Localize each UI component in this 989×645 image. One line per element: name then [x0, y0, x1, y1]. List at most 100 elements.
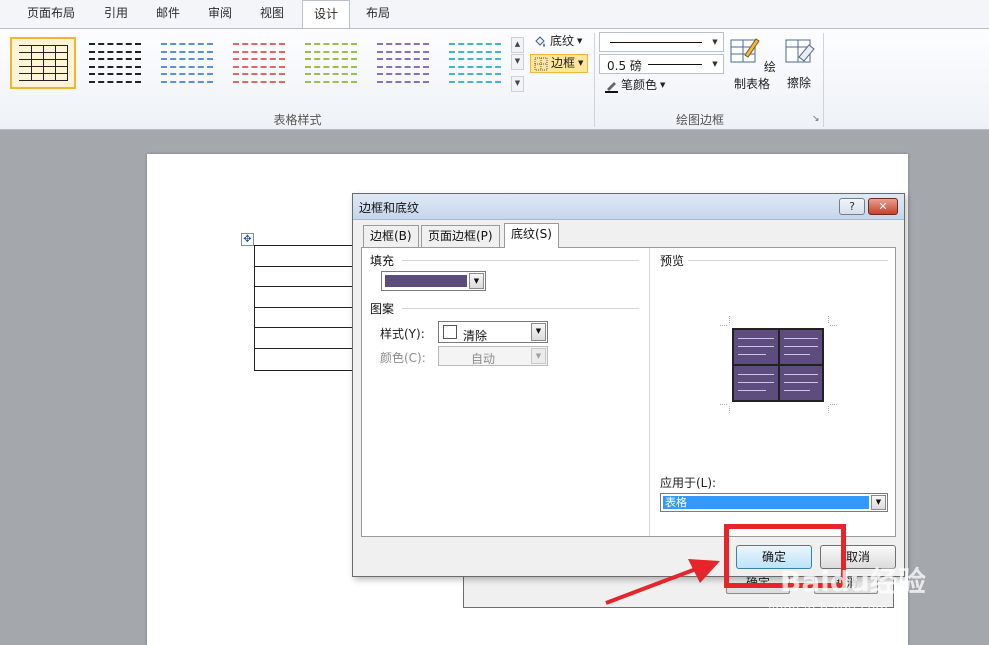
borders-button[interactable]: 边框 ▼ [530, 54, 588, 73]
shading-panel: 填充 ▼ 图案 样式(Y): 清除 ▼ 颜色(C): 自动 ▼ 预览 应用于(L… [361, 247, 896, 537]
watermark-url: jingyan.baidu.com [768, 602, 888, 617]
thumbnail-lines [449, 43, 501, 83]
pen-icon [605, 81, 618, 93]
shading-dropdown-icon[interactable]: ▼ [577, 32, 582, 51]
table-style-thumbnail[interactable] [154, 37, 220, 89]
eraser-icon [785, 39, 815, 63]
eraser-button[interactable]: 擦除 [780, 35, 818, 91]
pattern-color-combo: 自动 ▼ [438, 346, 548, 366]
border-grid-icon [534, 57, 548, 70]
gallery-more-icon[interactable]: ▼ [511, 76, 524, 92]
pattern-section-label: 图案 [370, 302, 395, 316]
group-separator [594, 33, 595, 127]
style-label: 样式(Y): [380, 327, 425, 341]
preview-text-line [738, 390, 766, 391]
chevron-down-icon[interactable]: ▼ [709, 58, 721, 70]
tab-layout[interactable]: 布局 [356, 0, 400, 28]
preview-label: 预览 [660, 254, 685, 268]
table-style-thumbnail[interactable] [298, 37, 364, 89]
preview-corner-mark [720, 316, 730, 326]
table-row[interactable] [255, 328, 363, 349]
chevron-down-icon[interactable]: ▼ [469, 273, 484, 289]
tab-design[interactable]: 设计 [302, 0, 350, 29]
fill-color-swatch [385, 275, 467, 287]
chevron-down-icon[interactable]: ▼ [709, 36, 721, 48]
help-button[interactable]: ? [839, 198, 865, 215]
section-divider [402, 260, 639, 261]
tab-borders[interactable]: 边框(B) [363, 225, 419, 247]
preview-corner-mark [828, 316, 838, 326]
apply-to-label: 应用于(L): [660, 476, 717, 490]
apply-to-value: 表格 [663, 496, 869, 509]
table-row[interactable] [255, 246, 363, 267]
table-style-thumbnail[interactable] [370, 37, 436, 89]
document-table[interactable] [254, 245, 364, 371]
draw-table-button[interactable]: 绘制表格 [726, 35, 778, 92]
table-style-thumbnail[interactable] [226, 37, 292, 89]
thumbnail-lines [377, 43, 429, 83]
line-style-combo[interactable]: ▼ [599, 32, 724, 52]
pen-color-button[interactable]: 笔颜色 ▼ [601, 76, 668, 95]
shading-label: 底纹 [550, 34, 575, 48]
table-styles-group-label: 表格样式 [273, 113, 322, 127]
dialog-launcher-icon[interactable]: ↘ [812, 114, 820, 124]
chevron-down-icon[interactable]: ▼ [531, 323, 546, 341]
table-style-thumbnail[interactable] [82, 37, 148, 89]
tab-page-layout[interactable]: 页面布局 [18, 0, 84, 28]
table-style-thumbnail[interactable] [442, 37, 508, 89]
shading-button[interactable]: 底纹 ▼ [530, 32, 585, 51]
pattern-style-combo[interactable]: 清除 ▼ [438, 321, 548, 343]
paint-bucket-icon [535, 35, 545, 47]
table-style-thumbnail[interactable] [10, 37, 76, 89]
table-row[interactable] [255, 349, 363, 370]
chevron-down-icon[interactable]: ▼ [871, 495, 886, 510]
thumbnail-lines [19, 45, 68, 81]
preview-area: 预览 应用于(L): 表格 ▼ [649, 248, 896, 536]
ribbon-body: ▲ ▼ ▼ 底纹 ▼ 边框 ▼ ▼ 0.5 磅 ▼ 笔颜色 ▼ 绘制表格 擦除 … [0, 28, 989, 130]
pattern-color-label: 颜色(C): [380, 351, 426, 365]
preview-text-line [738, 382, 774, 383]
borders-dropdown-icon[interactable]: ▼ [578, 54, 583, 73]
preview-text-line [784, 390, 810, 391]
preview-divider [734, 364, 822, 366]
preview-text-line [784, 382, 818, 383]
table-move-handle-icon[interactable]: ✥ [241, 233, 254, 246]
tab-references[interactable]: 引用 [94, 0, 138, 28]
tab-page-border[interactable]: 页面边框(P) [421, 225, 500, 247]
preview-text-line [738, 354, 766, 355]
close-button[interactable]: ✕ [868, 198, 898, 215]
line-weight-value: 0.5 磅 [607, 59, 642, 73]
pen-color-dropdown-icon[interactable]: ▼ [660, 76, 665, 95]
tab-view[interactable]: 视图 [250, 0, 294, 28]
preview-corner-mark [720, 404, 730, 414]
pattern-swatch [443, 325, 457, 339]
thumbnail-lines [233, 43, 285, 83]
chevron-down-icon: ▼ [531, 348, 546, 364]
tab-review[interactable]: 审阅 [198, 0, 242, 28]
borders-shading-dialog: 边框和底纹 ? ✕ 边框(B) 页面边框(P) 底纹(S) 填充 ▼ 图案 样式… [352, 193, 905, 577]
preview-text-line [738, 346, 774, 347]
dialog-titlebar[interactable]: 边框和底纹 ? ✕ [353, 194, 904, 220]
thumbnail-lines [161, 43, 213, 83]
gallery-up-icon[interactable]: ▲ [511, 37, 524, 53]
annotation-arrow-icon [605, 559, 720, 605]
preview-text-line [738, 374, 774, 375]
table-row[interactable] [255, 287, 363, 308]
pattern-style-value: 清除 [463, 329, 488, 343]
watermark-logo: Baidu经验 [780, 565, 926, 598]
tab-shading[interactable]: 底纹(S) [504, 223, 559, 248]
thumbnail-lines [305, 43, 357, 83]
preview-text-line [784, 354, 810, 355]
draw-table-icon [730, 38, 760, 63]
apply-to-combo[interactable]: 表格 ▼ [660, 493, 888, 512]
line-style-preview [610, 42, 702, 43]
preview-corner-mark [828, 404, 838, 414]
section-divider [402, 308, 639, 309]
table-row[interactable] [255, 267, 363, 288]
table-row[interactable] [255, 308, 363, 329]
gallery-down-icon[interactable]: ▼ [511, 54, 524, 70]
fill-section-label: 填充 [370, 254, 395, 268]
fill-color-combo[interactable]: ▼ [381, 271, 486, 291]
tab-mailings[interactable]: 邮件 [146, 0, 190, 28]
line-weight-combo[interactable]: 0.5 磅 ▼ [599, 54, 724, 74]
